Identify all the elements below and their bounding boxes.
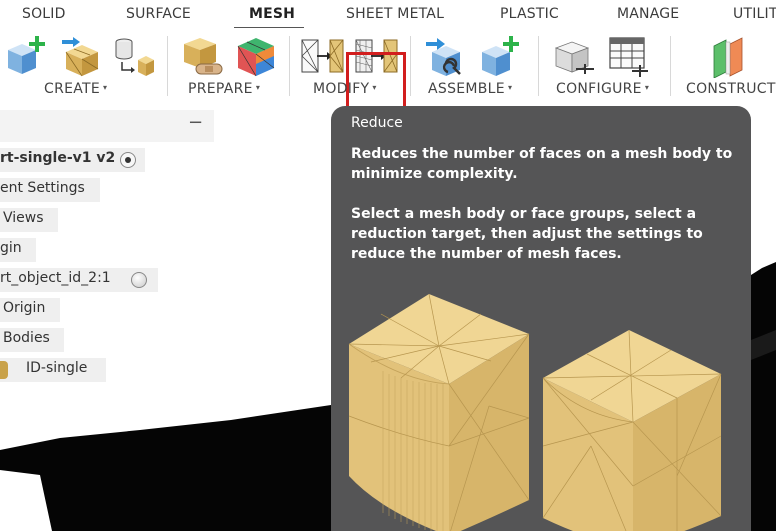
tooltip-description: Reduces the number of faces on a mesh bo…	[351, 146, 733, 182]
new-component-icon	[426, 38, 461, 76]
tab-mesh[interactable]: MESH	[249, 6, 295, 22]
remesh-button[interactable]	[300, 34, 344, 78]
group-modify[interactable]: MODIFY ▾	[313, 81, 377, 97]
tab-plastic[interactable]: PLASTIC	[500, 6, 559, 22]
face-groups-icon	[237, 38, 275, 77]
group-create[interactable]: CREATE ▾	[44, 81, 107, 97]
dense-mesh-illustration	[348, 293, 530, 531]
browser-node-bodies[interactable]: Bodies	[0, 328, 64, 352]
remesh-icon	[301, 39, 344, 73]
tab-solid[interactable]: SOLID	[22, 6, 66, 22]
toolbar-separator	[410, 36, 411, 96]
generate-face-groups-button[interactable]	[234, 34, 278, 78]
activate-component-radio[interactable]	[131, 272, 147, 288]
browser-node-occurrence[interactable]: rt_object_id_2:1	[0, 268, 158, 292]
browser-node-mesh-body[interactable]: ID-single	[0, 358, 106, 382]
group-configure[interactable]: CONFIGURE ▾	[556, 81, 649, 97]
browser-node-origin-root[interactable]: gin	[0, 238, 36, 262]
browser-node-named-views[interactable]: Views	[0, 208, 58, 232]
mesh-toolbar: CREATE ▾ PREPARE ▾ MODIFY ▾ ASSEMBLE ▾ C…	[0, 28, 776, 110]
toolbar-separator	[167, 36, 168, 96]
configure-cube-icon	[554, 41, 594, 74]
group-assemble[interactable]: ASSEMBLE ▾	[428, 81, 512, 97]
tab-sheet-metal[interactable]: SHEET METAL	[346, 6, 444, 22]
new-component-button[interactable]	[424, 34, 468, 78]
group-prepare[interactable]: PREPARE ▾	[188, 81, 260, 97]
repair-mesh-icon	[184, 38, 223, 75]
toolbar-separator	[670, 36, 671, 96]
configure-design-button[interactable]	[552, 34, 596, 78]
tab-manage[interactable]: MANAGE	[617, 6, 679, 22]
repair-button[interactable]	[180, 34, 224, 78]
workspace-tabs: SOLID SURFACE MESH SHEET METAL PLASTIC M…	[0, 0, 776, 30]
configuration-table-button[interactable]	[606, 34, 650, 78]
active-component-radio[interactable]	[120, 152, 136, 168]
browser-panel-header	[0, 110, 214, 142]
insert-component-button[interactable]	[478, 34, 522, 78]
tessellate-icon	[62, 37, 99, 77]
browser-node-origin[interactable]: Origin	[0, 298, 60, 322]
tab-utilities[interactable]: UTILITIES	[733, 6, 776, 22]
tessellate-button[interactable]	[58, 34, 102, 78]
convert-body-button[interactable]	[112, 34, 156, 78]
reduce-tooltip: Reduce Reduces the number of faces on a …	[331, 106, 751, 531]
offset-plane-icon	[713, 37, 743, 79]
reduce-illustration	[348, 293, 722, 531]
cylinder-convert-icon	[115, 38, 154, 76]
collapse-browser-button[interactable]: −	[188, 112, 203, 133]
tab-surface[interactable]: SURFACE	[126, 6, 191, 22]
toolbar-separator	[289, 36, 290, 96]
browser-node-root[interactable]: rt-single-v1 v2	[0, 148, 145, 172]
insert-mesh-icon	[8, 36, 45, 74]
tooltip-instructions: Select a mesh body or face groups, selec…	[351, 206, 703, 262]
tooltip-title: Reduce	[351, 115, 403, 131]
mesh-body-icon	[0, 361, 8, 379]
configuration-table-icon	[609, 37, 648, 77]
insert-component-icon	[482, 36, 519, 76]
insert-mesh-button[interactable]	[4, 34, 48, 78]
offset-plane-button[interactable]	[706, 34, 750, 79]
browser-node-document-settings[interactable]: ent Settings	[0, 178, 100, 202]
toolbar-separator	[538, 36, 539, 96]
group-construct[interactable]: CONSTRUCT▾	[686, 81, 776, 97]
reduced-mesh-illustration	[542, 329, 722, 531]
